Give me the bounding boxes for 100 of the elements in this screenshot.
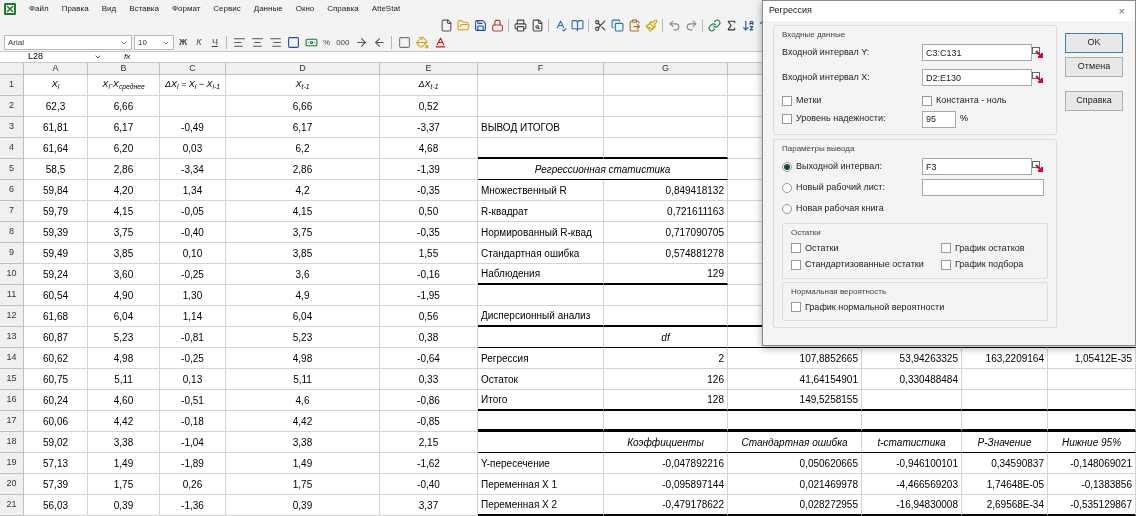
row-header[interactable]: 5 [9, 162, 14, 176]
table-cell-text: 1,75 [292, 477, 313, 492]
format-button[interactable]: Ч [208, 35, 222, 50]
table-cell-text: 59,79 [43, 204, 68, 219]
column-header[interactable]: A [52, 61, 59, 76]
table-cell-text: 61,81 [43, 120, 68, 135]
table-cell-text: R-квадрат [481, 204, 528, 219]
table-cell-text: 1,14 [182, 309, 203, 324]
table-cell-text: 4,42 [113, 414, 134, 429]
checkbox-label: График остатков [955, 241, 1025, 255]
dialog-button[interactable]: Отмена [1065, 57, 1123, 77]
table-cell-text: 1,49 [113, 456, 134, 471]
table-cell-text: 4,6 [295, 393, 310, 408]
column-heading: ΔX$_{i}$ = X$_{i}$ − X$_{i-1}$ [164, 78, 221, 92]
table-cell-text: 62,3 [45, 99, 66, 114]
dialog-title: Регрессия [769, 4, 812, 18]
table-cell-text: 129 [707, 267, 724, 281]
dialog-button[interactable]: OK [1065, 33, 1123, 53]
column-header[interactable]: B [120, 61, 127, 76]
column-header[interactable]: E [425, 61, 432, 76]
row-header[interactable]: 9 [9, 246, 14, 260]
menu-item[interactable]: Правка [61, 2, 89, 15]
close-button[interactable]: × [1114, 2, 1129, 20]
column-header[interactable]: G [662, 61, 669, 76]
table-cell-text: 2,15 [418, 435, 439, 450]
menu-item[interactable]: Сервис [213, 2, 241, 15]
dialog-button[interactable]: Справка [1065, 91, 1123, 111]
table-cell-text: -0,35 [417, 183, 440, 198]
table-cell-text: Итого [481, 393, 508, 407]
row-header[interactable]: 4 [9, 141, 14, 155]
column-header[interactable]: C [189, 61, 196, 76]
table-cell-text: 4,98 [113, 351, 134, 366]
table-cell-text: Переменная X 2 [481, 498, 558, 512]
menu-item[interactable]: AtteStat [371, 2, 401, 15]
function-label[interactable]: fx [124, 51, 131, 63]
table-cell-text: 59,84 [43, 183, 68, 198]
row-header[interactable]: 6 [9, 183, 14, 197]
menu-item[interactable]: Вставка [129, 2, 159, 15]
table-cell-text: 59,49 [43, 246, 68, 261]
row-header[interactable]: 7 [9, 204, 14, 218]
range-field[interactable]: C3:C131 [922, 44, 1032, 61]
menu-item[interactable]: Формат [171, 2, 201, 15]
table-cell-text: 3,37 [418, 498, 439, 513]
row-header[interactable]: 1 [9, 78, 14, 92]
table-cell-text: 6,2 [295, 141, 310, 156]
menu-item[interactable]: Данные [253, 2, 283, 15]
column-heading: X$_{t-1}$ [295, 78, 310, 92]
row-header[interactable]: 3 [9, 120, 14, 134]
table-cell-text: -0,05 [181, 204, 204, 219]
table-cell-text: -0,25 [181, 351, 204, 366]
checkbox-label: Метки [796, 94, 822, 107]
number-format-button[interactable]: % [321, 35, 333, 50]
confidence-field[interactable]: 95 [922, 110, 956, 128]
range-field[interactable]: D2:E130 [922, 69, 1032, 86]
menu-item[interactable]: Справка [327, 2, 359, 15]
table-cell-text: -4,466569203 [896, 477, 958, 492]
name-box[interactable]: L28 [24, 52, 88, 62]
table-cell-text: 60,75 [43, 372, 68, 387]
menu-item[interactable]: Файл [29, 2, 49, 15]
table-cell-text: 107,8852665 [799, 351, 858, 366]
table-cell-text: Регрессия [481, 351, 529, 366]
number-format-button[interactable]: 000 [334, 35, 352, 50]
font-field[interactable]: Arial [4, 35, 132, 50]
table-cell-text: -1,39 [417, 162, 440, 177]
table-cell-text: 57,13 [43, 456, 68, 471]
table-cell-text: 60,24 [43, 393, 68, 408]
table-cell-text: 59,02 [43, 435, 68, 450]
format-button[interactable]: Ж [176, 35, 190, 50]
table-cell-text: -0,095897144 [662, 477, 724, 492]
column-header[interactable]: F [537, 61, 544, 76]
row-header[interactable]: 2 [9, 99, 14, 113]
font-size-field[interactable]: 10 [134, 35, 174, 50]
table-cell-text: -0,64 [417, 351, 440, 366]
column-header[interactable]: D [299, 61, 306, 76]
table-cell-text: -1,62 [417, 456, 440, 471]
menu-item[interactable]: Окно [295, 2, 315, 15]
table-cell-text: -3,34 [181, 162, 204, 177]
table-cell-text: 0,33 [418, 372, 439, 387]
table-cell-text: 0,13 [182, 372, 203, 387]
field-label: Входной интервал X: [782, 70, 871, 84]
column-heading: Коэффициенты [627, 435, 704, 450]
table-cell-text: 41,64154901 [799, 372, 858, 387]
table-cell-text: 2,69568E-34 [986, 498, 1044, 512]
table-cell-text: -3,37 [417, 120, 440, 135]
table-cell-text: 6,17 [292, 120, 313, 135]
menu-item[interactable]: Вид [101, 2, 117, 15]
field-label: Входной интервал Y: [782, 45, 871, 59]
table-cell-text: 0,52 [418, 99, 439, 114]
row-header[interactable]: 8 [9, 225, 14, 239]
table-cell-text: Остаток [481, 372, 518, 387]
table-cell-text: 4,15 [113, 204, 134, 219]
range-field[interactable]: F3 [922, 158, 1032, 175]
column-heading: t-статистика [877, 435, 946, 450]
format-button[interactable]: К [192, 35, 206, 50]
table-cell-text: -0,18 [181, 414, 204, 429]
table-cell-text: -0,479178622 [662, 498, 724, 512]
table-cell-text: 5,11 [293, 372, 312, 387]
table-cell-text: 4,20 [113, 183, 134, 198]
table-cell-text: -0,946100101 [896, 456, 958, 471]
table-cell-text: 4,9 [295, 288, 310, 303]
